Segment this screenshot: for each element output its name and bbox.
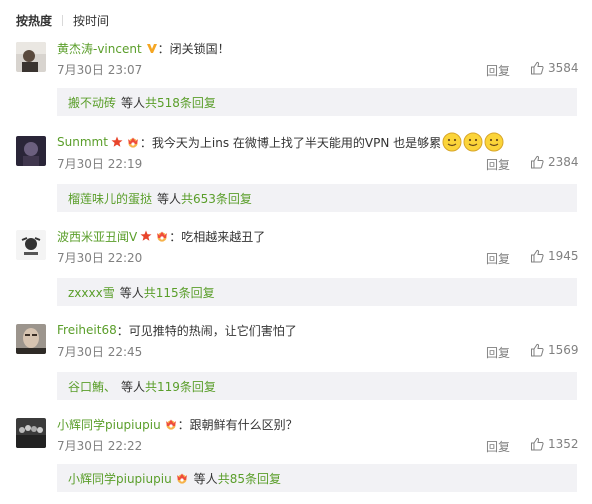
- like-count: 1945: [548, 249, 579, 263]
- comment-text: ：我今天为上ins 在微博上找了半天能用的VPN 也是够累: [139, 135, 442, 150]
- sub-reply-text: 等人: [193, 471, 218, 486]
- comment-time: 7月30日 23:07: [57, 62, 143, 77]
- sub-reply-user[interactable]: 小辉同学piupiupiu: [68, 470, 172, 487]
- thumbs-up-icon: [531, 155, 544, 169]
- tab-sort-by-time[interactable]: 按时间: [73, 12, 109, 29]
- comment-time: 7月30日 22:45: [57, 344, 143, 359]
- sub-reply-user[interactable]: 榴莲味儿的蛋挞: [68, 190, 152, 207]
- comment-username[interactable]: 黄杰涛-vincent: [57, 40, 142, 57]
- sub-replies-bar[interactable]: zxxxx雪 等人 共115条回复: [57, 278, 577, 306]
- star-badge-icon: [140, 230, 152, 241]
- reply-button[interactable]: 回复: [486, 62, 510, 79]
- sub-reply-count[interactable]: 共119条回复: [145, 378, 216, 395]
- comment-text: ：可见推特的热闹，让它们害怕了: [116, 323, 297, 338]
- comment-time: 7月30日 22:22: [57, 438, 143, 453]
- like-count: 2384: [548, 155, 579, 169]
- sub-reply-user[interactable]: 谷口鮪、: [68, 378, 116, 395]
- avatar[interactable]: [16, 136, 46, 166]
- sub-reply-text: 等人: [121, 379, 146, 394]
- like-button[interactable]: 1569: [530, 343, 579, 357]
- like-button[interactable]: 2384: [530, 155, 579, 169]
- sub-replies-bar[interactable]: 榴莲味儿的蛋挞 等人 共653条回复: [57, 184, 577, 212]
- smiley-emoji-icon: [463, 132, 483, 152]
- crown-badge-icon: [157, 231, 168, 242]
- like-count: 3584: [548, 61, 579, 75]
- crown-badge-icon: [127, 137, 138, 148]
- sub-reply-text: 等人: [121, 95, 146, 110]
- sub-reply-count[interactable]: 共115条回复: [144, 284, 215, 301]
- reply-button[interactable]: 回复: [486, 156, 510, 173]
- comment-time: 7月30日 22:19: [57, 156, 143, 171]
- comment-username[interactable]: Freiheit68: [57, 323, 117, 337]
- star-badge-icon: [111, 136, 123, 147]
- comment-text: ：闭关锁国！: [157, 41, 230, 56]
- sub-reply-count[interactable]: 共85条回复: [218, 470, 281, 487]
- sort-tabs: 按热度 按时间: [16, 12, 109, 28]
- sub-reply-user[interactable]: 搬不动砖: [68, 94, 116, 111]
- like-count: 1569: [548, 343, 579, 357]
- sub-reply-count[interactable]: 共653条回复: [181, 190, 252, 207]
- comment-username[interactable]: Sunmmt: [57, 135, 108, 149]
- comment-text: ：跟朝鲜有什么区别？: [177, 417, 298, 432]
- sub-reply-text: 等人: [157, 191, 182, 206]
- smiley-emoji-icon: [442, 132, 462, 152]
- comment-text: ：吃相越来越丑了: [169, 229, 266, 244]
- tab-divider: [62, 14, 64, 26]
- avatar[interactable]: [16, 418, 46, 448]
- like-button[interactable]: 1945: [530, 249, 579, 263]
- reply-button[interactable]: 回复: [486, 250, 510, 267]
- comment-time: 7月30日 22:20: [57, 250, 143, 265]
- sub-replies-bar[interactable]: 谷口鮪、 等人 共119条回复: [57, 372, 577, 400]
- like-count: 1352: [548, 437, 579, 451]
- comment-username[interactable]: 波西米亚丑闻V: [57, 228, 137, 245]
- sub-replies-bar[interactable]: 搬不动砖 等人 共518条回复: [57, 88, 577, 116]
- thumbs-up-icon: [531, 343, 544, 357]
- sub-reply-user[interactable]: zxxxx雪: [68, 284, 115, 301]
- tab-sort-by-popularity[interactable]: 按热度: [16, 12, 52, 29]
- avatar[interactable]: [16, 42, 46, 72]
- sub-replies-bar[interactable]: 小辉同学piupiupiu 等人 共85条回复: [57, 464, 577, 492]
- thumbs-up-icon: [531, 61, 544, 75]
- like-button[interactable]: 1352: [530, 437, 579, 451]
- verified-v-icon: [146, 44, 157, 53]
- crown-badge-icon: [176, 473, 187, 484]
- thumbs-up-icon: [531, 437, 544, 451]
- avatar[interactable]: [16, 230, 46, 260]
- sub-reply-text: 等人: [119, 285, 144, 300]
- thumbs-up-icon: [531, 249, 544, 263]
- sub-reply-count[interactable]: 共518条回复: [145, 94, 216, 111]
- avatar[interactable]: [16, 324, 46, 354]
- reply-button[interactable]: 回复: [486, 438, 510, 455]
- comment-username[interactable]: 小辉同学piupiupiu: [57, 416, 161, 433]
- smiley-emoji-icon: [484, 132, 504, 152]
- crown-badge-icon: [165, 419, 176, 430]
- like-button[interactable]: 3584: [530, 61, 579, 75]
- reply-button[interactable]: 回复: [486, 344, 510, 361]
